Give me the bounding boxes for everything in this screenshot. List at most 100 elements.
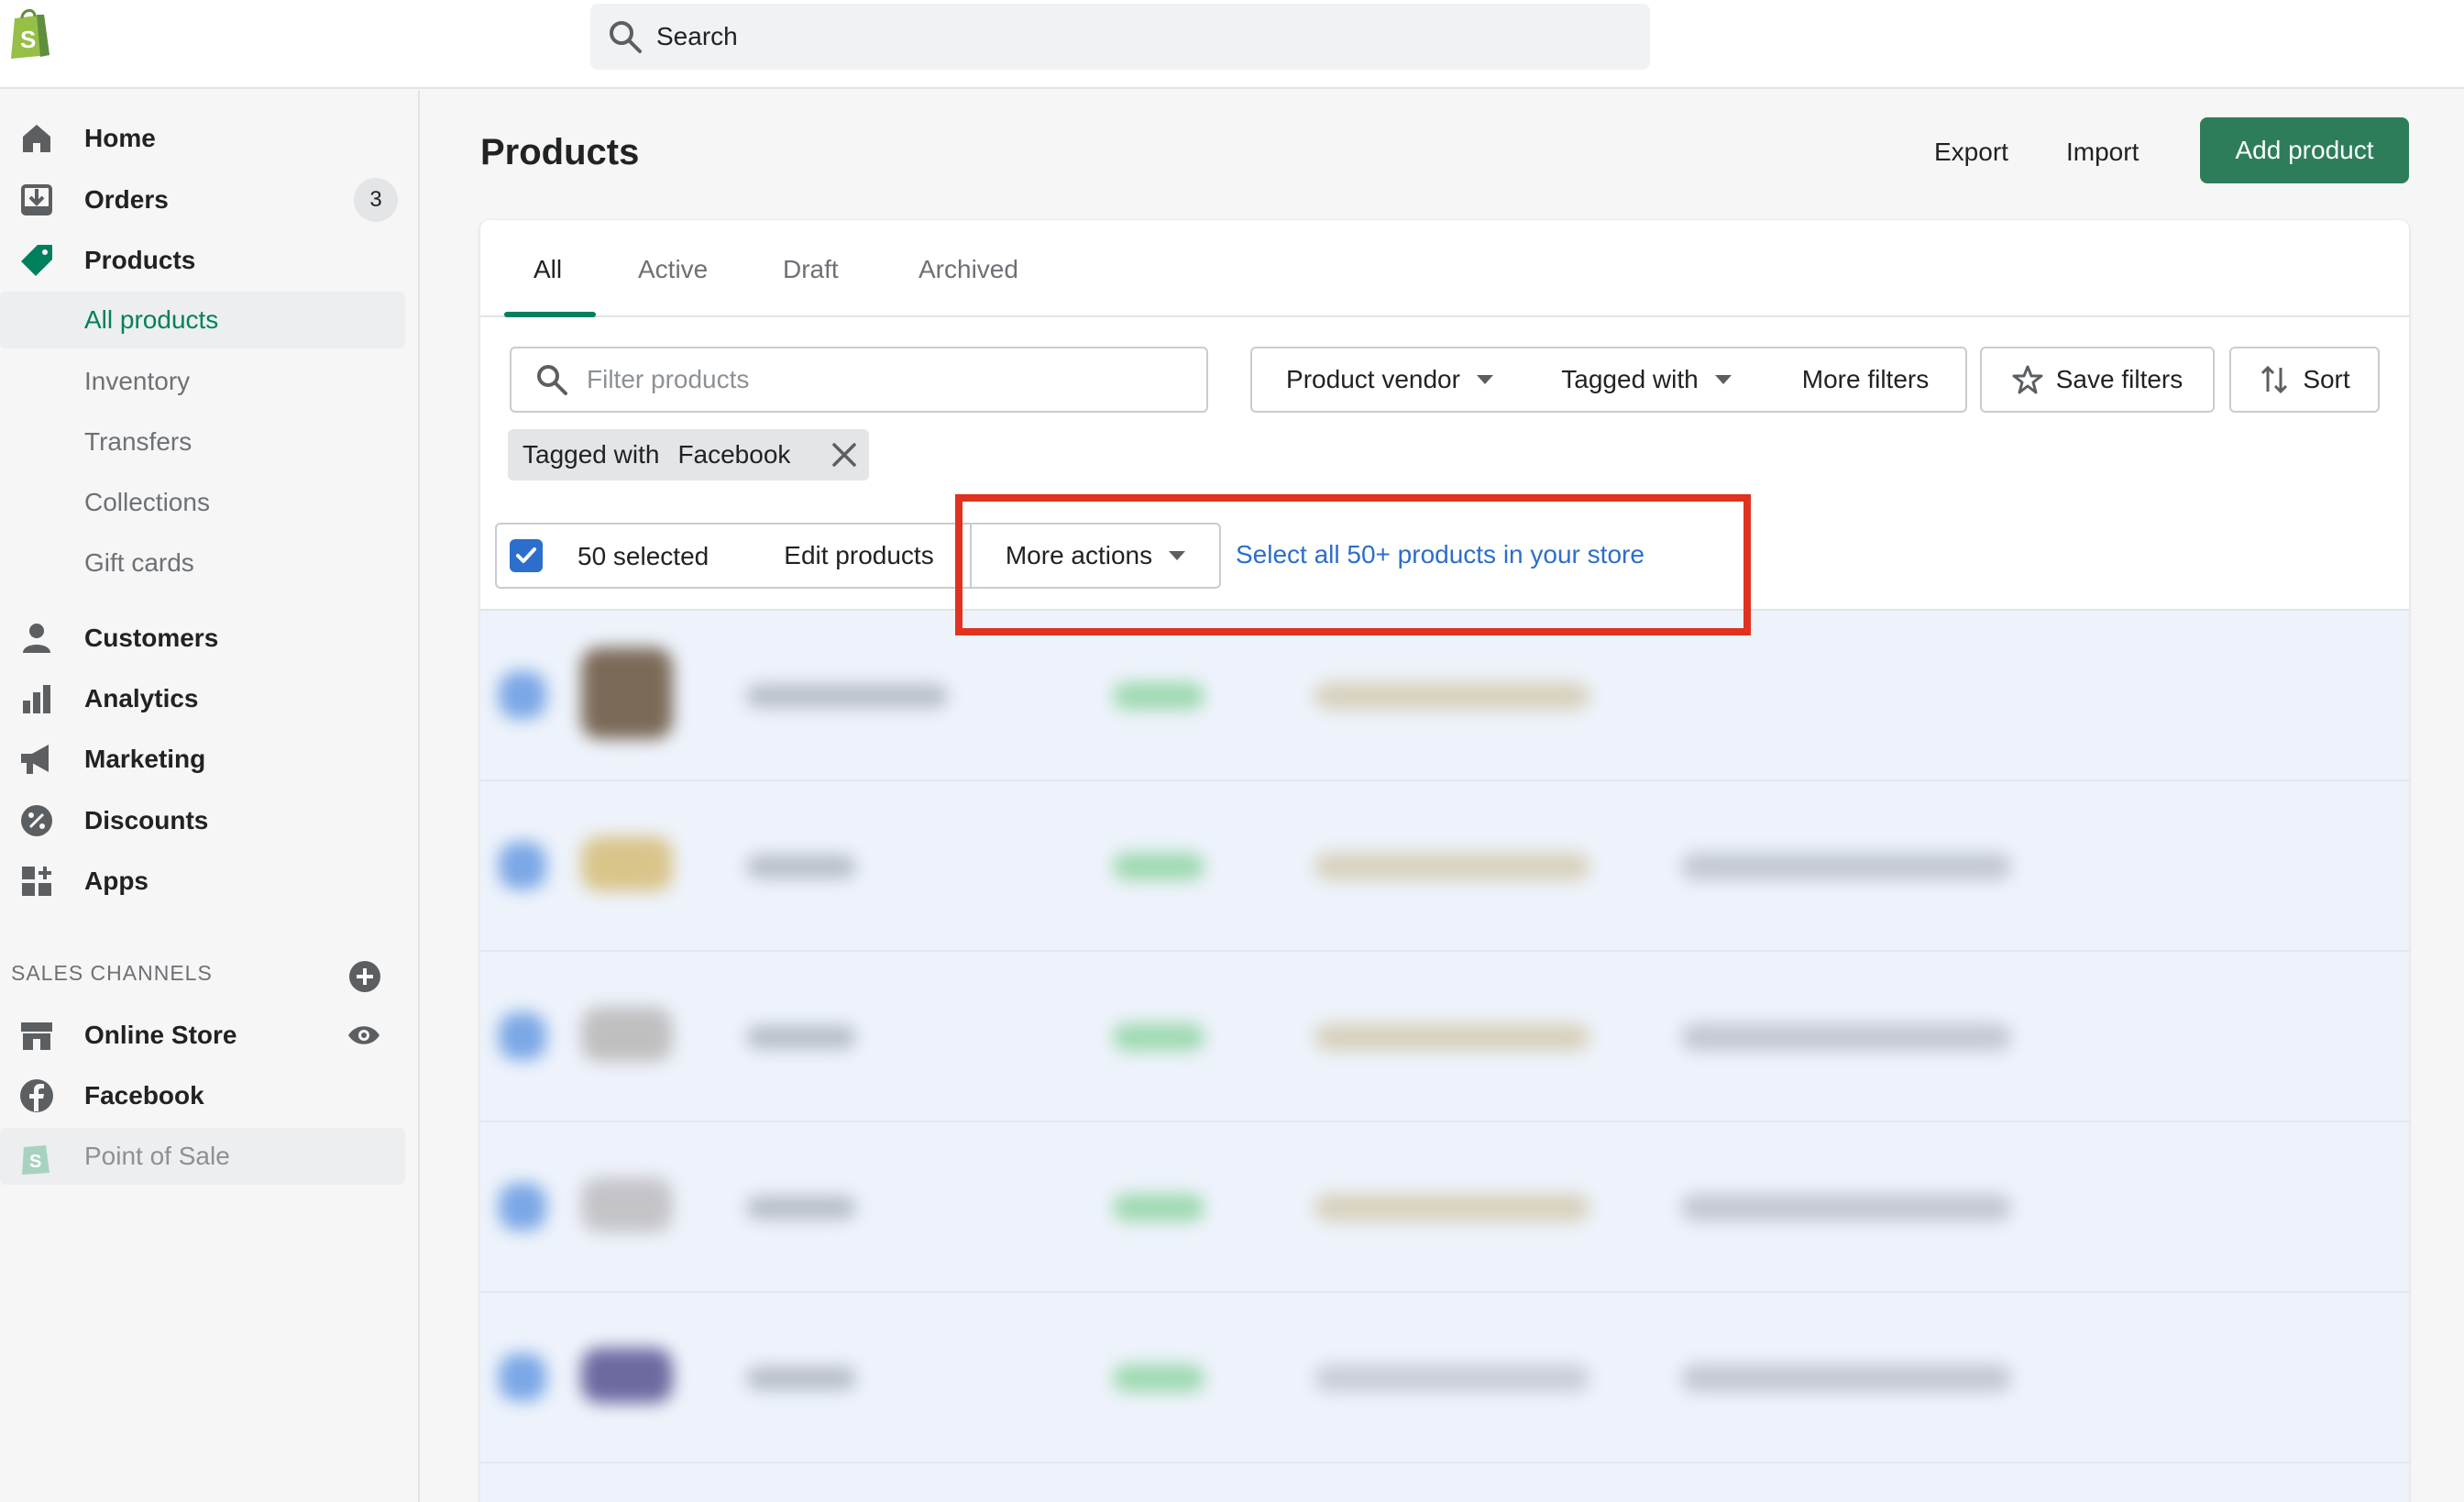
discount-icon [18,802,55,839]
sidebar-item-label: All products [84,305,219,334]
page-title: Products [480,132,640,172]
tab-draft[interactable]: Draft [783,255,839,284]
sidebar-item-inventory[interactable]: Inventory [0,353,405,410]
table-row[interactable] [480,1293,2409,1463]
top-bar: S Search [0,0,2464,89]
sidebar-item-label: Customers [84,624,219,652]
products-card: All Active Draft Archived Filter product… [480,220,2409,1502]
table-row[interactable] [480,1122,2409,1293]
add-product-button[interactable]: Add product [2200,117,2409,183]
tab-active-indicator [504,312,596,317]
store-icon [18,1017,55,1054]
export-button[interactable]: Export [1934,138,2008,167]
checkmark-icon [516,547,536,563]
annotation-highlight-box [955,494,1751,635]
tagged-with-label: Tagged with [1561,365,1699,393]
sidebar-item-customers[interactable]: Customers [0,610,405,667]
applied-filter-value: Facebook [677,440,791,469]
table-row[interactable] [480,781,2409,952]
shopify-logo-icon[interactable]: S [7,6,55,61]
add-sales-channel-icon[interactable] [348,960,381,993]
product-vendor-dropdown[interactable]: Product vendor [1250,347,1529,413]
megaphone-icon [18,741,55,778]
sidebar-item-label: Analytics [84,684,199,712]
sort-button[interactable]: Sort [2229,347,2380,413]
view-store-eye-icon[interactable] [346,1018,381,1053]
sidebar-item-orders[interactable]: Orders 3 [0,171,405,228]
sidebar-item-label: Facebook [84,1081,204,1110]
select-all-checkbox[interactable] [510,539,543,572]
orders-count-badge: 3 [354,178,398,222]
sidebar-item-label: Orders [84,185,169,214]
sidebar-item-label: Marketing [84,745,206,773]
sidebar-item-marketing[interactable]: Marketing [0,731,405,788]
import-button[interactable]: Import [2066,138,2139,167]
tagged-with-dropdown[interactable]: Tagged with [1527,347,1767,413]
filter-products-input[interactable]: Filter products [510,347,1208,413]
sort-label: Sort [2303,365,2350,393]
sidebar-item-label: Home [84,124,156,152]
sidebar-item-all-products[interactable]: All products [0,292,405,348]
orders-icon [18,182,55,218]
sidebar-item-home[interactable]: Home [0,110,405,167]
sales-channels-title: SALES CHANNELS [11,961,213,985]
sidebar-item-apps[interactable]: Apps [0,853,405,910]
person-icon [18,620,55,657]
star-icon [2012,365,2043,394]
selected-count: 50 selected [578,542,710,570]
sidebar-item-label: Discounts [84,806,209,834]
sidebar-item-label: Online Store [84,1021,237,1049]
product-table [480,611,2409,1502]
bulk-select-control[interactable]: 50 selected [495,523,750,589]
sidebar-item-collections[interactable]: Collections [0,474,405,531]
sidebar: Home Orders 3 Products All products Inve… [0,91,420,1502]
svg-text:S: S [29,1152,41,1172]
applied-filter-prefix: Tagged with [522,440,660,469]
sidebar-item-gift-cards[interactable]: Gift cards [0,535,405,591]
sidebar-item-analytics[interactable]: Analytics [0,670,405,727]
chevron-down-icon [1714,375,1732,384]
tag-icon [18,242,55,279]
save-filters-label: Save filters [2055,365,2184,393]
sidebar-item-point-of-sale[interactable]: S Point of Sale [0,1128,405,1185]
filter-placeholder: Filter products [587,365,750,393]
sidebar-item-label: Collections [84,488,210,516]
table-row[interactable] [480,611,2409,781]
close-icon[interactable] [830,441,858,469]
bar-chart-icon [18,680,55,717]
sidebar-item-label: Transfers [84,427,192,456]
search-bar[interactable]: Search [590,4,1650,70]
more-filters-label: More filters [1801,365,1930,393]
save-filters-button[interactable]: Save filters [1980,347,2215,413]
applied-filter-tag: Tagged with Facebook [508,429,869,480]
sidebar-item-discounts[interactable]: Discounts [0,792,405,849]
tab-bar: All Active Draft Archived [480,220,2409,317]
search-icon [537,365,567,395]
sidebar-item-label: Inventory [84,367,191,395]
sidebar-item-facebook[interactable]: Facebook [0,1067,405,1124]
apps-icon [18,863,55,900]
home-icon [18,120,55,157]
sidebar-item-label: Gift cards [84,548,194,577]
search-placeholder: Search [656,22,738,50]
chevron-down-icon [1476,375,1493,384]
sidebar-item-label: Products [84,246,196,274]
sidebar-item-transfers[interactable]: Transfers [0,414,405,470]
table-row[interactable] [480,952,2409,1122]
product-vendor-label: Product vendor [1286,365,1460,393]
sidebar-item-label: Point of Sale [84,1142,230,1170]
svg-text:S: S [20,26,36,53]
sidebar-item-online-store[interactable]: Online Store [0,1007,405,1064]
more-filters-button[interactable]: More filters [1766,347,1967,413]
sidebar-item-label: Apps [84,867,148,895]
tab-archived[interactable]: Archived [918,255,1018,284]
facebook-icon [18,1077,55,1114]
sidebar-item-products[interactable]: Products [0,232,405,289]
search-icon [610,21,642,53]
edit-products-label: Edit products [784,541,934,569]
sort-arrows-icon [2261,365,2288,394]
edit-products-button[interactable]: Edit products [748,523,972,589]
shopify-bag-icon: S [18,1138,55,1175]
tab-all[interactable]: All [534,255,562,284]
tab-active[interactable]: Active [638,255,708,284]
